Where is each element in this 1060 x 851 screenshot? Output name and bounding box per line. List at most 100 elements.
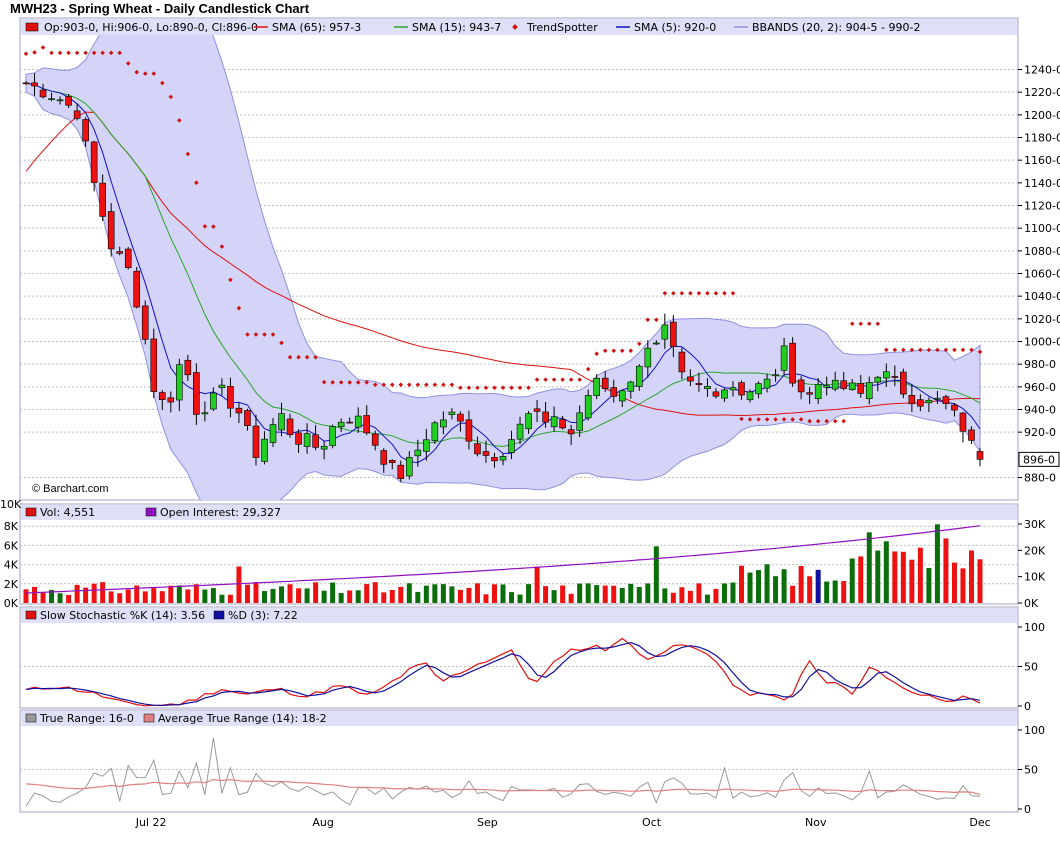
legend-item: BBANDS (20, 2): 904-5 - 990-2 (734, 21, 920, 34)
volume-bar (875, 550, 881, 603)
volume-bar (202, 589, 208, 603)
volume-bar (304, 588, 310, 603)
volume-bar (176, 585, 182, 603)
volume-bar (926, 568, 932, 603)
x-axis-label: Oct (642, 816, 662, 829)
volume-bar (841, 581, 847, 603)
legend-swatch (145, 507, 157, 517)
candle-body (303, 433, 311, 447)
candle-body (525, 413, 532, 430)
true-range-tick-label: 100 (1024, 724, 1045, 737)
candle-body (976, 451, 984, 460)
candle-body (388, 460, 396, 463)
candle-body (107, 211, 115, 250)
candle-body (934, 397, 941, 400)
volume-bar (406, 583, 412, 603)
candle-body (848, 382, 856, 390)
candle-body (797, 379, 805, 393)
volume-bar (381, 592, 387, 603)
volume-bar (108, 591, 114, 603)
candle-body (363, 415, 371, 434)
volume-bar (74, 584, 80, 603)
volume-right-tick: 10K (1024, 571, 1046, 584)
volume-bar (415, 591, 421, 603)
volume-bar (858, 556, 864, 603)
volume-bar (568, 593, 574, 603)
volume-bar (687, 590, 693, 603)
volume-bar (534, 566, 540, 603)
volume-bar (551, 590, 557, 603)
candle-body (482, 451, 490, 456)
candle-body (542, 411, 549, 423)
volume-bar (951, 562, 957, 603)
volume-bar (338, 593, 344, 603)
stochastic-tick-label: 0 (1024, 700, 1031, 713)
candle-body (567, 429, 575, 435)
volume-right-tick: 20K (1024, 544, 1046, 557)
candle-body (252, 425, 260, 458)
volume-bar (66, 594, 72, 603)
candle-body (499, 456, 507, 461)
candle-body (746, 391, 754, 401)
price-tick-label: 980-0 (1024, 358, 1056, 371)
legend-label: SMA (65): 957-3 (272, 21, 361, 34)
volume-bar (193, 584, 199, 603)
volume-bar (594, 585, 600, 603)
candle-body (269, 424, 277, 443)
candle-body (951, 404, 958, 411)
volume-bar (909, 559, 915, 603)
legend-swatch (213, 610, 225, 620)
candle-body (865, 382, 873, 400)
price-tick-label: 880-0 (1024, 472, 1056, 485)
candle-body (618, 390, 626, 402)
price-tick-label: 1180-0 (1024, 132, 1060, 145)
candle-body (550, 416, 558, 428)
candle-body (695, 383, 703, 385)
volume-bar (227, 594, 233, 603)
volume-bar (296, 588, 302, 603)
true-range-tick-label: 50 (1024, 764, 1038, 777)
candle-body (295, 432, 302, 445)
legend-item: Open Interest: 29,327 (145, 506, 281, 519)
legend-label: Average True Range (14): 18-2 (158, 712, 327, 725)
volume-bar (662, 588, 668, 603)
legend-item: Slow Stochastic %K (14): 3.56 (25, 609, 205, 622)
volume-bar (398, 586, 404, 603)
volume-bar (798, 566, 804, 603)
candle-body (141, 305, 149, 340)
volume-bar (517, 594, 523, 603)
volume-bar (483, 594, 489, 603)
legend-label: SMA (5): 920-0 (634, 21, 716, 34)
candle-body (831, 379, 839, 390)
volume-bar (704, 594, 710, 603)
candle-body (465, 419, 473, 442)
candle-body (150, 338, 158, 392)
candle-body (380, 450, 388, 465)
legend-item: Op:903-0, Hi:906-0, Lo:890-0, Cl:896-0 (25, 21, 258, 34)
price-tick-label: 1100-0 (1024, 222, 1060, 235)
volume-bar (824, 581, 830, 603)
candle-body (448, 411, 456, 415)
candle-body (56, 99, 64, 102)
true-range-tick-label: 0 (1024, 803, 1031, 816)
volume-bar (389, 590, 395, 603)
legend-swatch (25, 713, 37, 723)
legend-label: Slow Stochastic %K (14): 3.56 (40, 609, 205, 622)
volume-bar (679, 587, 685, 603)
page-title: MWH23 - Spring Wheat - Daily Candlestick… (10, 1, 310, 16)
candle-body (729, 387, 737, 391)
candle-body (82, 119, 89, 142)
volume-left-tick: 2K (4, 578, 19, 591)
volume-bar (491, 584, 497, 603)
candle-body (320, 446, 328, 450)
volume-bar (210, 588, 216, 603)
volume-bar (372, 582, 378, 603)
candle-body (678, 351, 686, 373)
volume-bar (330, 582, 336, 603)
stochastic-tick-label: 50 (1024, 661, 1038, 674)
candle-body (721, 389, 728, 399)
candle-body (883, 371, 890, 379)
volume-bar (773, 576, 779, 603)
candle-body (772, 374, 779, 377)
volume-bar (739, 565, 744, 603)
